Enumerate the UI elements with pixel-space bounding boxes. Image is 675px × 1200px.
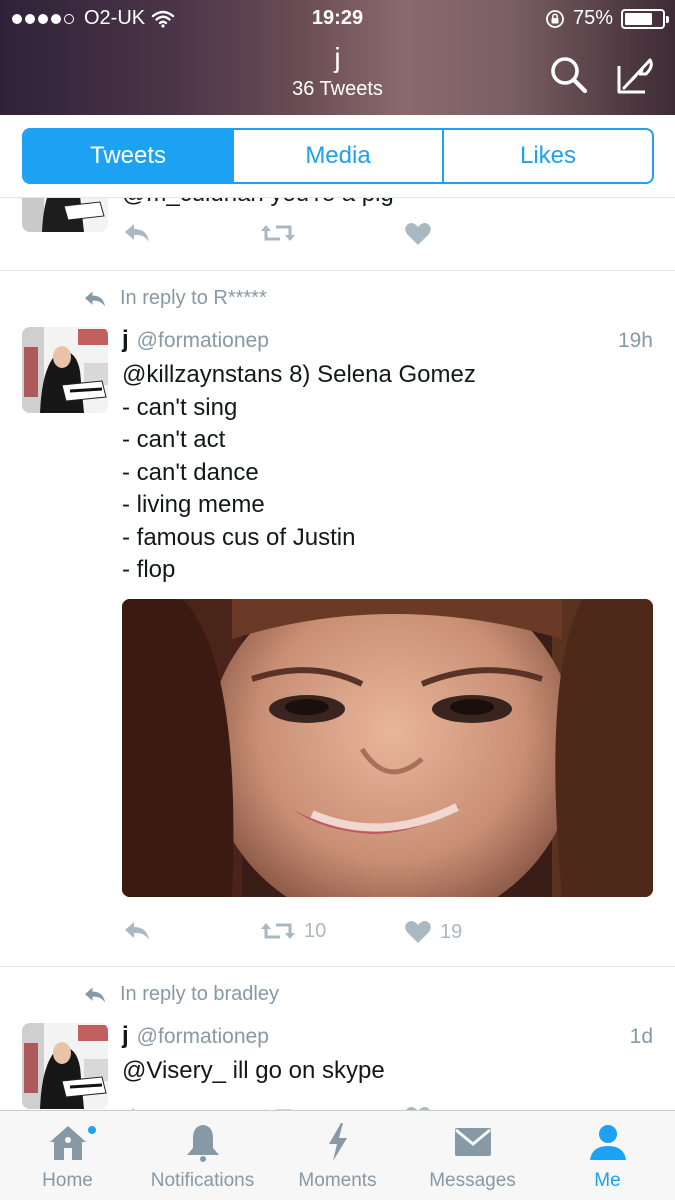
tab-label: Messages [429, 1170, 516, 1191]
tweet-actions [122, 221, 522, 255]
retweet-icon [261, 225, 295, 241]
lightning-icon [328, 1123, 347, 1161]
reply-context: In reply to bradley [82, 983, 279, 1006]
retweet-button[interactable]: 10 [260, 919, 326, 943]
tweet-feed[interactable]: @m_culunan you're a pig In reply to R***… [0, 198, 675, 1110]
tweet-author-name[interactable]: j [122, 326, 129, 354]
tab-label: Me [594, 1170, 621, 1191]
rotation-lock-icon [546, 9, 564, 28]
tab-label: Notifications [150, 1170, 255, 1191]
reply-context: In reply to R***** [82, 287, 267, 310]
reply-context-text: In reply to R***** [120, 287, 267, 309]
like-button[interactable]: 19 [404, 919, 462, 945]
reply-icon [85, 987, 105, 1002]
reply-icon [125, 224, 149, 242]
tweet-item[interactable]: In reply to bradley j @formationep 1d @V… [0, 967, 675, 1110]
reply-icon [125, 922, 149, 940]
tweet-actions: 10 19 [122, 919, 522, 953]
search-button[interactable] [546, 52, 592, 98]
profile-header: O2-UK 19:29 75% j 36 Tweets [0, 0, 675, 115]
envelope-icon [454, 1128, 491, 1156]
status-bar: O2-UK 19:29 75% [0, 0, 675, 38]
home-icon [49, 1126, 86, 1160]
tweet-author-name[interactable]: j [122, 1022, 129, 1050]
battery-percent: 75% [572, 7, 613, 29]
tweet-timestamp: 19h [617, 329, 653, 352]
tweet-text-line: @killzaynstans 8) Selena Gomez [122, 361, 476, 388]
like-button[interactable] [404, 221, 432, 247]
reply-context-text: In reply to bradley [120, 983, 279, 1005]
reply-icon [85, 291, 105, 306]
tweet-text-line: @Visery_ ill go on skype [122, 1057, 385, 1084]
tweet-text-line: - can't act [122, 426, 226, 453]
reply-button[interactable] [122, 919, 152, 943]
tab-moments[interactable]: Moments [270, 1111, 405, 1200]
compose-tweet-button[interactable] [612, 52, 658, 98]
battery-status: 75% [545, 7, 669, 30]
tweet-text-line: - famous cus of Justin [122, 523, 356, 551]
tab-likes[interactable]: Likes [444, 130, 652, 182]
profile-tab-bar: Tweets Media Likes [0, 115, 675, 198]
tweet-timestamp: 1d [629, 1025, 653, 1048]
tweet-header: j @formationep 19h [122, 326, 653, 354]
retweet-button[interactable] [260, 221, 296, 245]
tweet-text-line: - can't dance [122, 458, 259, 486]
tweet-text-line: - can't sing [122, 393, 238, 421]
tweet-header: j @formationep 1d [122, 1022, 653, 1050]
heart-icon [405, 223, 431, 245]
tweet-item[interactable]: @m_culunan you're a pig [0, 198, 675, 271]
person-icon [589, 1125, 626, 1160]
avatar[interactable] [22, 198, 108, 232]
tweet-text: @Visery_ ill go on skype [122, 1055, 653, 1088]
tweet-text: @m_culunan you're a pig [122, 198, 653, 211]
tab-messages[interactable]: Messages [405, 1111, 540, 1200]
search-icon [551, 57, 588, 94]
segmented-control: Tweets Media Likes [22, 128, 654, 184]
tweet-author-handle[interactable]: @formationep [137, 329, 269, 353]
avatar[interactable] [22, 1023, 108, 1109]
tweet-author-handle[interactable]: @formationep [137, 1025, 269, 1049]
reply-button[interactable] [122, 221, 152, 245]
tab-me[interactable]: Me [540, 1111, 675, 1200]
tweet-text-line: - living meme [122, 491, 265, 518]
compose-quill-icon [617, 58, 653, 94]
avatar[interactable] [22, 327, 108, 413]
tab-tweets[interactable]: Tweets [24, 130, 234, 182]
tab-label: Home [42, 1170, 93, 1191]
tweet-item[interactable]: In reply to R***** j @formationep 19h @k… [0, 271, 675, 967]
tweet-photo[interactable] [122, 599, 653, 897]
like-count: 19 [440, 920, 463, 943]
heart-icon [405, 921, 431, 943]
retweet-icon [261, 923, 295, 939]
bell-icon [186, 1125, 219, 1162]
battery-icon [621, 8, 669, 29]
tab-label: Moments [298, 1170, 377, 1191]
tab-media[interactable]: Media [234, 130, 444, 182]
tweet-text: @killzaynstans 8) Selena Gomez - can't s… [122, 359, 653, 587]
bottom-tab-bar: Home Notifications Moments Messages Me [0, 1110, 675, 1200]
notification-badge [87, 1125, 97, 1135]
tweet-text-line: - flop [122, 556, 176, 583]
retweet-count: 10 [304, 919, 327, 942]
tab-home[interactable]: Home [0, 1111, 135, 1200]
tab-notifications[interactable]: Notifications [135, 1111, 270, 1200]
